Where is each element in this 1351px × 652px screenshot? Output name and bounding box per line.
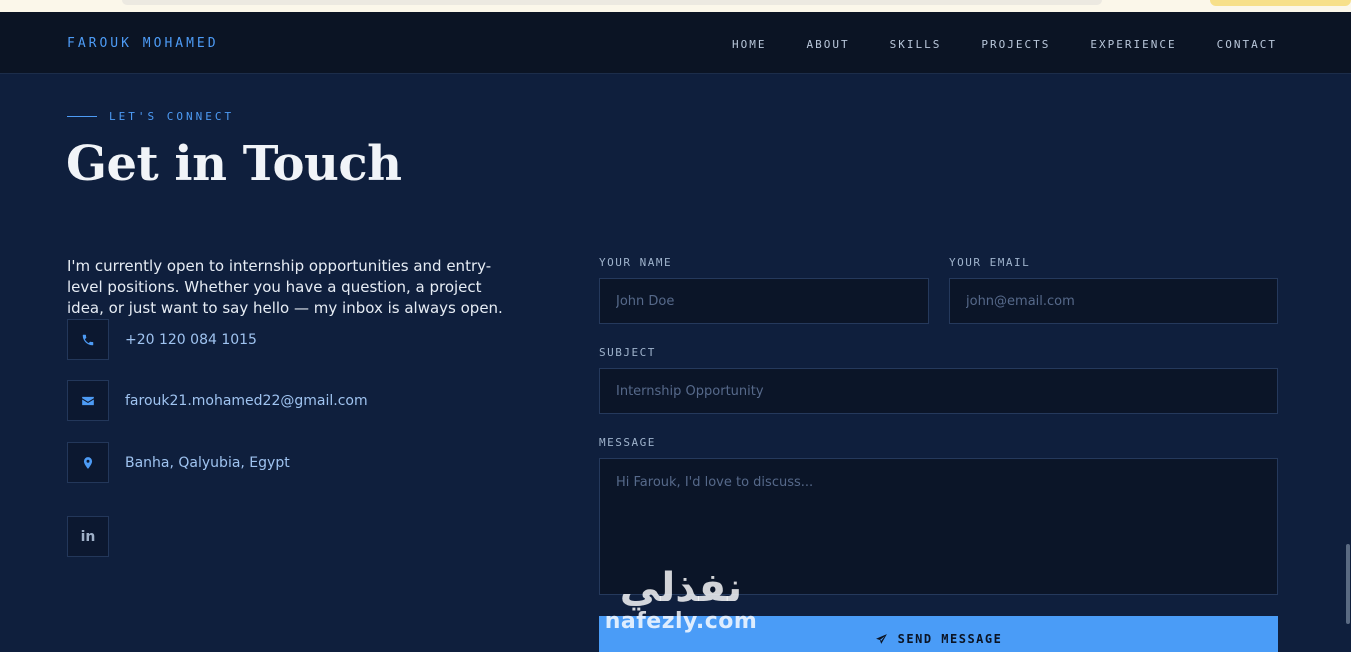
nav-link-skills[interactable]: SKILLS <box>890 38 942 51</box>
browser-top-strip <box>0 0 1351 12</box>
page-scrollbar[interactable] <box>1345 74 1351 652</box>
nav-link-contact[interactable]: CONTACT <box>1217 38 1277 51</box>
phone-icon-box <box>67 319 109 360</box>
brand-logo[interactable]: FAROUK MOHAMED <box>67 36 219 51</box>
linkedin-link[interactable]: in <box>67 516 109 557</box>
subject-input[interactable] <box>599 368 1278 414</box>
contact-location: Banha, Qalyubia, Egypt <box>67 442 290 483</box>
send-button-label: SEND MESSAGE <box>897 632 1003 646</box>
paper-plane-icon <box>875 633 887 644</box>
nav-link-home[interactable]: HOME <box>732 38 767 51</box>
location-icon-box <box>67 442 109 483</box>
nav-link-experience[interactable]: EXPERIENCE <box>1090 38 1176 51</box>
nav-links: HOME ABOUT SKILLS PROJECTS EXPERIENCE CO… <box>732 38 1277 51</box>
intro-text: I'm currently open to internship opportu… <box>67 257 503 317</box>
phone-icon <box>82 334 94 345</box>
email-icon-box <box>67 380 109 421</box>
contact-section: LET'S CONNECT Get in Touch I'm currently… <box>0 74 1351 652</box>
browser-extension-pill <box>1210 0 1351 6</box>
browser-tab-bar <box>122 0 1102 5</box>
subject-label: SUBJECT <box>599 346 656 359</box>
scrollbar-thumb[interactable] <box>1346 544 1350 624</box>
nav-link-projects[interactable]: PROJECTS <box>981 38 1050 51</box>
map-pin-icon <box>83 456 93 469</box>
eyebrow-line <box>67 116 97 117</box>
name-input[interactable] <box>599 278 929 324</box>
location-text: Banha, Qalyubia, Egypt <box>125 454 290 471</box>
linkedin-icon: in <box>80 528 96 545</box>
eyebrow-text: LET'S CONNECT <box>109 110 235 123</box>
section-eyebrow: LET'S CONNECT <box>67 110 234 123</box>
contact-phone[interactable]: +20 120 084 1015 <box>67 319 257 360</box>
page-title: Get in Touch <box>66 136 402 192</box>
phone-number: +20 120 084 1015 <box>125 331 257 348</box>
send-message-button[interactable]: SEND MESSAGE <box>599 616 1278 652</box>
message-textarea[interactable] <box>599 458 1278 595</box>
navbar: FAROUK MOHAMED HOME ABOUT SKILLS PROJECT… <box>0 12 1351 74</box>
envelope-icon <box>82 396 94 405</box>
nav-link-about[interactable]: ABOUT <box>807 38 850 51</box>
contact-email[interactable]: farouk21.mohamed22@gmail.com <box>67 380 368 421</box>
name-label: YOUR NAME <box>599 256 673 269</box>
email-label: YOUR EMAIL <box>949 256 1031 269</box>
email-address: farouk21.mohamed22@gmail.com <box>125 392 368 409</box>
email-input[interactable] <box>949 278 1278 324</box>
message-label: MESSAGE <box>599 436 656 449</box>
